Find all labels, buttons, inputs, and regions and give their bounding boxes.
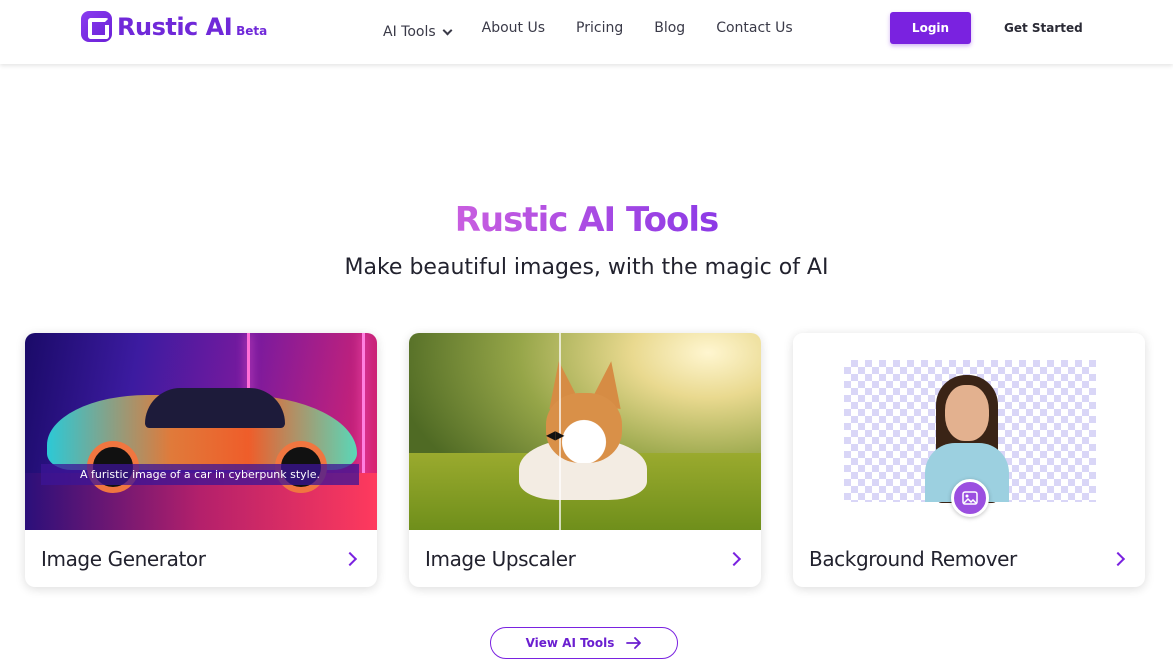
nav-item-label: AI Tools xyxy=(383,24,436,40)
brand-name: Rustic AI xyxy=(117,13,233,41)
card-image: A furistic image of a car in cyberpunk s… xyxy=(25,333,377,530)
image-glyph xyxy=(962,491,978,505)
chevron-right-icon[interactable] xyxy=(342,551,358,566)
section-subtitle: Make beautiful images, with the magic of… xyxy=(344,255,829,280)
nav-item-pricing[interactable]: Pricing xyxy=(576,19,623,37)
nav-item-ai-tools[interactable]: AI Tools xyxy=(383,23,453,41)
car-roof xyxy=(145,388,285,428)
portrait-image xyxy=(793,333,1145,530)
card-footer: Background Remover xyxy=(793,530,1145,587)
login-button[interactable]: Login xyxy=(890,12,971,44)
arrow-right-icon xyxy=(626,637,642,649)
corgi-image: ◀▶ xyxy=(409,333,761,530)
brand-logo[interactable]: Rustic AI Beta xyxy=(81,11,267,42)
drag-handle-icon[interactable]: ◀▶ xyxy=(546,429,574,441)
get-started-link[interactable]: Get Started xyxy=(1004,19,1083,37)
chevron-right-icon[interactable] xyxy=(1110,551,1126,566)
image-icon xyxy=(951,479,989,517)
image-caption: A furistic image of a car in cyberpunk s… xyxy=(41,464,359,485)
view-ai-tools-button[interactable]: View AI Tools xyxy=(490,627,678,659)
card-image xyxy=(793,333,1145,530)
nav-item-about-us[interactable]: About Us xyxy=(482,19,545,37)
card-footer: Image Upscaler xyxy=(409,530,761,587)
card-title: Image Upscaler xyxy=(425,546,576,571)
tool-card-background-remover[interactable]: Background Remover xyxy=(793,333,1145,587)
card-image: ◀▶ xyxy=(409,333,761,530)
nav-item-blog[interactable]: Blog xyxy=(654,19,685,37)
chevron-down-icon xyxy=(442,25,453,35)
nav-item-contact-us[interactable]: Contact Us xyxy=(716,19,792,37)
main-nav: AI Tools About Us Pricing Blog Contact U… xyxy=(383,15,824,41)
tool-card-image-upscaler[interactable]: ◀▶ Image Upscaler xyxy=(409,333,761,587)
card-title: Image Generator xyxy=(41,546,206,571)
chevron-right-icon[interactable] xyxy=(726,551,742,566)
beta-badge: Beta xyxy=(236,24,268,38)
logo-icon xyxy=(81,11,112,42)
card-footer: Image Generator xyxy=(25,530,377,587)
section-title-text: Rustic AI Tools xyxy=(454,200,720,240)
cyberpunk-car-image: A furistic image of a car in cyberpunk s… xyxy=(25,333,377,530)
view-ai-tools-label: View AI Tools xyxy=(525,636,615,650)
card-title: Background Remover xyxy=(809,546,1017,571)
person-face xyxy=(945,385,989,441)
tool-card-image-generator[interactable]: A furistic image of a car in cyberpunk s… xyxy=(25,333,377,587)
section-title: Rustic AI Tools xyxy=(0,200,1173,240)
site-header: Rustic AI Beta AI Tools About Us Pricing… xyxy=(0,0,1173,64)
